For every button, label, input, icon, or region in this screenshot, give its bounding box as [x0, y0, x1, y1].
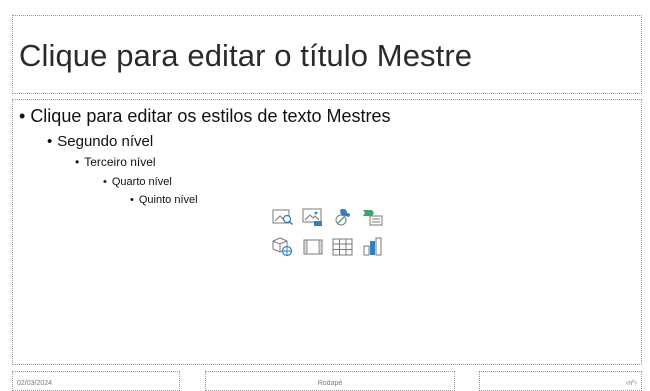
footer-text: Rodapé [317, 380, 343, 387]
video-icon[interactable] [302, 237, 324, 257]
table-icon[interactable] [332, 237, 354, 257]
icons-icon[interactable] [332, 207, 354, 227]
bullet-dot: • [47, 133, 53, 150]
bullet-level-2[interactable]: • Segundo nível [47, 133, 153, 150]
bullet-level-2-text: Segundo nível [57, 133, 154, 150]
3d-models-icon[interactable] [272, 237, 294, 257]
insert-content-grid [272, 207, 384, 259]
footer-placeholder[interactable]: Rodapé [205, 371, 455, 391]
slide-number-placeholder[interactable]: ‹nº› [479, 371, 642, 391]
date-placeholder[interactable]: 02/03/2024 [12, 371, 180, 391]
slide-title[interactable]: Clique para editar o título Mestre [19, 38, 472, 74]
bullet-level-4-text: Quarto nível [111, 176, 172, 188]
bullet-level-1-text: Clique para editar os estilos de texto M… [30, 106, 391, 126]
stock-images-icon[interactable] [272, 207, 294, 227]
bullet-level-1[interactable]: • Clique para editar os estilos de texto … [19, 106, 391, 127]
bullet-dot: • [19, 106, 26, 126]
title-placeholder[interactable]: Clique para editar o título Mestre [12, 15, 642, 94]
smartart-icon[interactable] [362, 207, 384, 227]
bullet-level-3[interactable]: • Terceiro nível [75, 155, 156, 169]
bullet-dot: • [103, 176, 107, 188]
footer-date: 02/03/2024 [17, 380, 53, 387]
bullet-level-5[interactable]: • Quinto nível [130, 194, 198, 206]
pictures-icon[interactable] [302, 207, 324, 227]
bullet-level-3-text: Terceiro nível [84, 155, 156, 169]
bullet-level-4[interactable]: • Quarto nível [103, 176, 172, 188]
bullet-level-5-text: Quinto nível [138, 194, 198, 206]
bullet-dot: • [130, 194, 134, 206]
slide-number: ‹nº› [625, 380, 637, 387]
bullet-dot: • [75, 155, 80, 169]
chart-icon[interactable] [362, 237, 384, 257]
